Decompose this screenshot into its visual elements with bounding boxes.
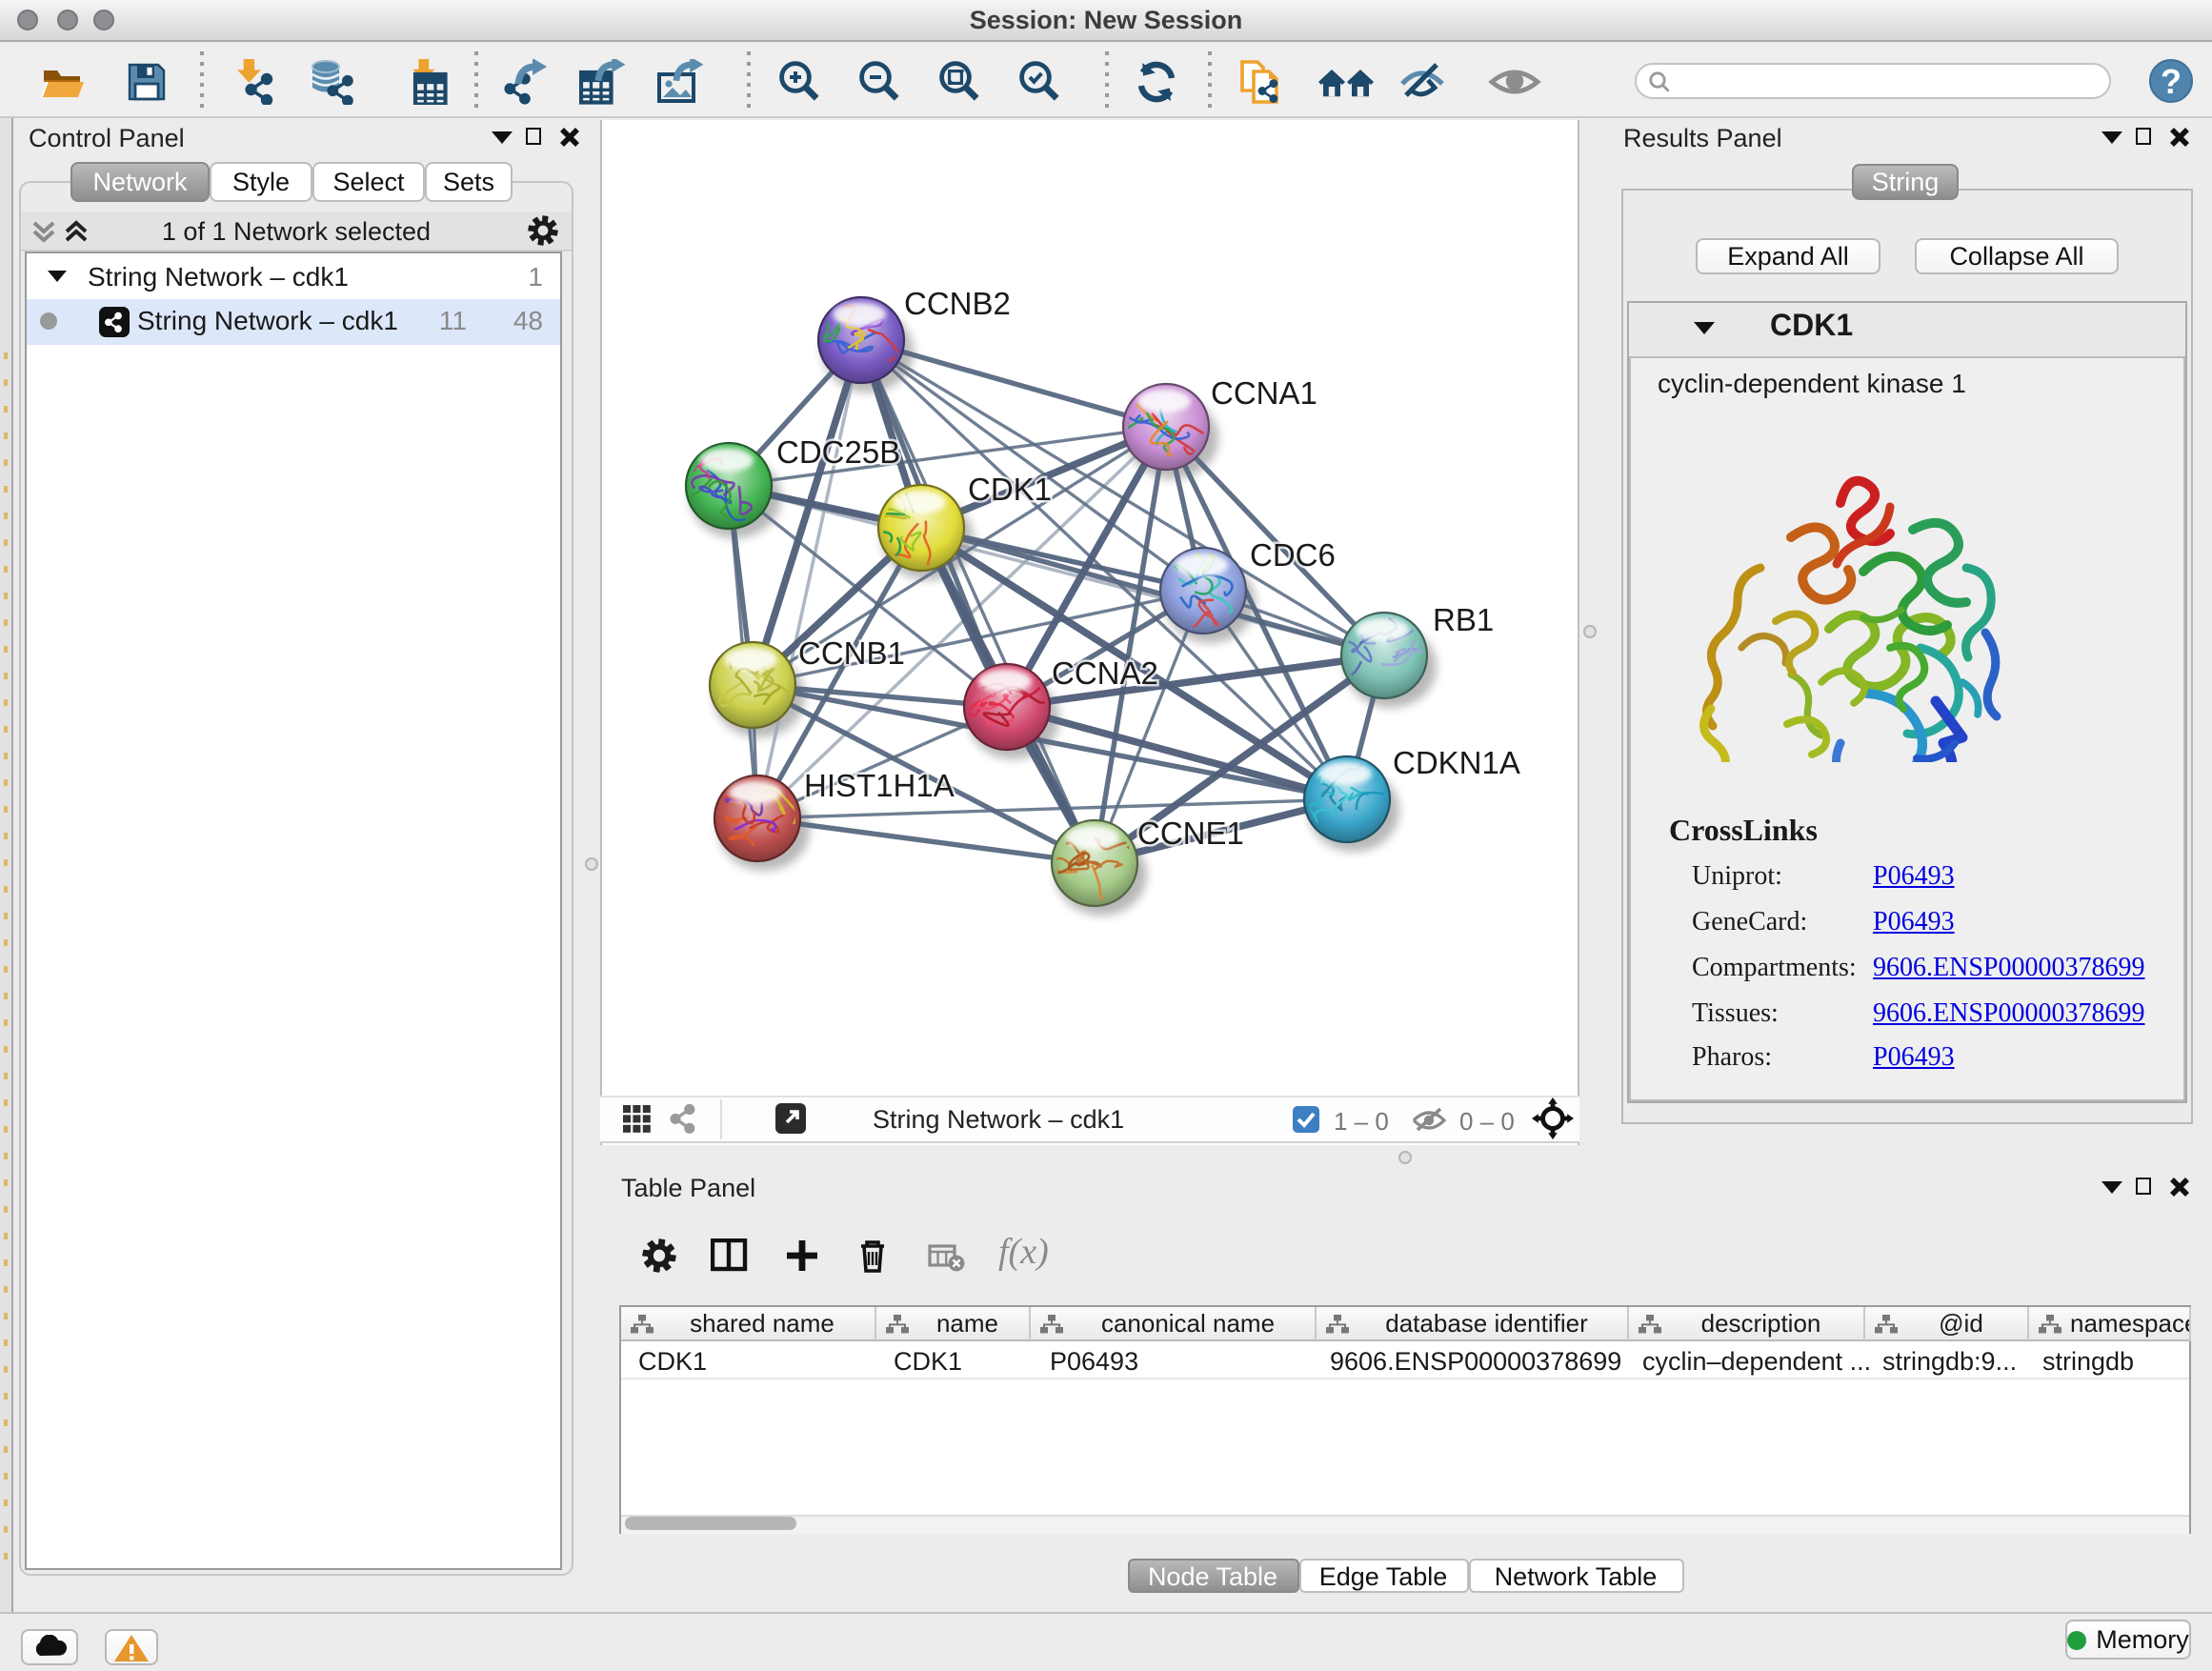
svg-text:CCNB2: CCNB2 — [904, 285, 1011, 320]
svg-text:CDC6: CDC6 — [1250, 536, 1336, 572]
svg-text:CCNB1: CCNB1 — [798, 634, 905, 670]
svg-text:CDC25B: CDC25B — [776, 433, 900, 469]
svg-text:CCNA2: CCNA2 — [1052, 654, 1158, 690]
svg-text:RB1: RB1 — [1433, 601, 1494, 636]
svg-text:CDKN1A: CDKN1A — [1393, 744, 1520, 779]
svg-text:CCNE1: CCNE1 — [1137, 815, 1244, 850]
svg-text:HIST1H1A: HIST1H1A — [804, 767, 955, 802]
svg-text:CCNA1: CCNA1 — [1211, 374, 1317, 410]
svg-text:CDK1: CDK1 — [968, 471, 1052, 506]
